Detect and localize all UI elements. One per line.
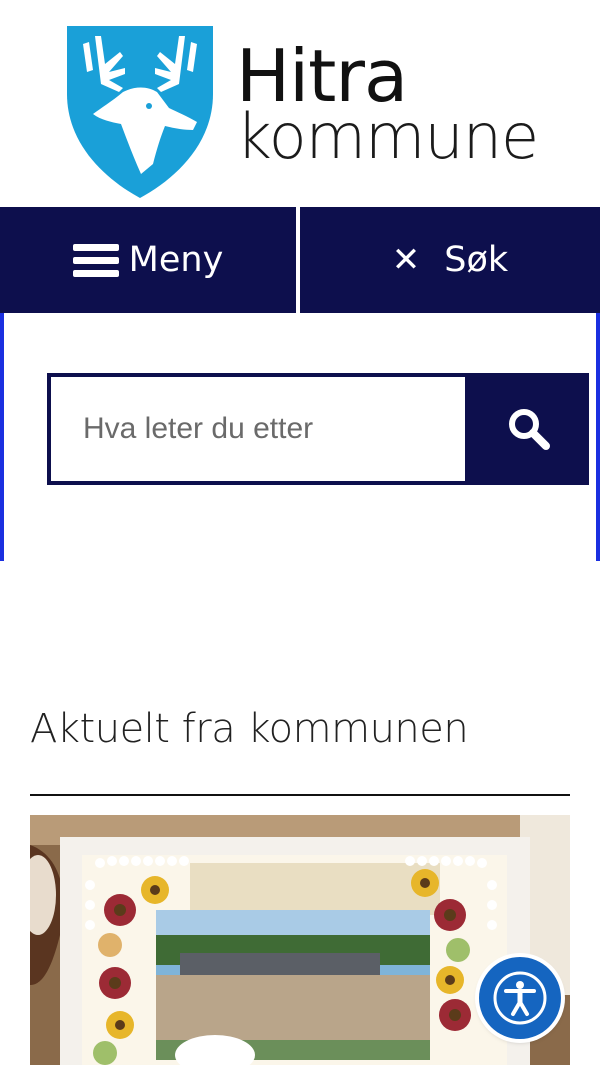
brand-line2: kommune bbox=[236, 100, 539, 173]
brand-name[interactable]: Hitra kommune bbox=[236, 40, 539, 173]
site-header: Hitra kommune bbox=[0, 0, 600, 207]
news-photo[interactable] bbox=[30, 815, 570, 1065]
hamburger-icon bbox=[72, 242, 119, 278]
search-icon bbox=[509, 409, 550, 450]
search-input[interactable] bbox=[81, 411, 465, 447]
section-divider bbox=[30, 794, 570, 796]
search-submit-button[interactable] bbox=[469, 373, 589, 485]
main-navigation: Meny ✕ Søk bbox=[0, 207, 600, 313]
accessibility-icon bbox=[493, 971, 547, 1025]
search-panel bbox=[0, 313, 600, 561]
menu-button[interactable]: Meny bbox=[0, 207, 296, 313]
section-title: Aktuelt fra kommunen bbox=[30, 706, 469, 752]
search-field-wrapper bbox=[47, 373, 469, 485]
deer-crest-icon[interactable] bbox=[65, 24, 215, 200]
search-toggle-label: Søk bbox=[444, 240, 509, 280]
accessibility-button[interactable] bbox=[479, 957, 561, 1039]
close-icon: ✕ bbox=[391, 240, 421, 280]
menu-button-label: Meny bbox=[128, 240, 224, 280]
search-toggle-button[interactable]: ✕ Søk bbox=[300, 207, 600, 313]
